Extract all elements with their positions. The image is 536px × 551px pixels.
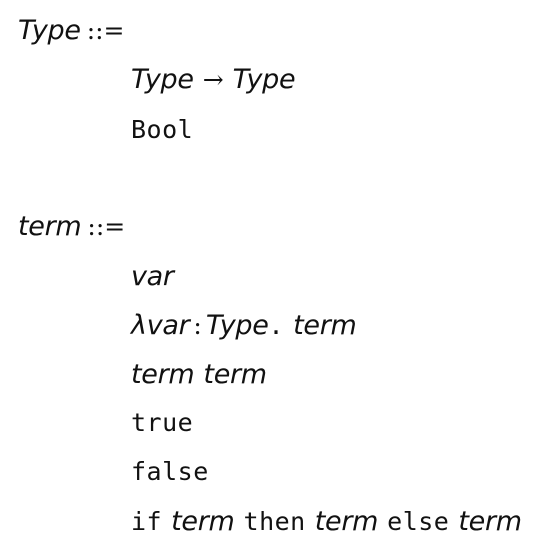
- true-keyword: true: [131, 408, 194, 437]
- term-rule-header: term::=: [18, 213, 125, 240]
- false-keyword: false: [131, 457, 209, 486]
- true-production: true: [131, 410, 193, 435]
- then-keyword: then: [243, 507, 306, 536]
- else-keyword: else: [387, 507, 450, 536]
- term-nonterminal: term: [18, 211, 82, 242]
- app-function-term: term: [131, 359, 195, 390]
- if-keyword: if: [131, 507, 163, 536]
- var-production: var: [131, 263, 174, 290]
- dot-symbol: .: [268, 311, 285, 340]
- else-branch-term: term: [458, 506, 522, 537]
- if-condition-term: term: [171, 506, 235, 537]
- lambda-body: term: [293, 310, 357, 341]
- lambda-var: var: [146, 310, 190, 341]
- type-nonterminal: Type: [18, 15, 81, 46]
- bool-keyword: Bool: [131, 115, 194, 144]
- application-production: term term: [131, 361, 267, 388]
- then-branch-term: term: [314, 506, 379, 537]
- lambda-production: λvar: Type. term: [131, 312, 357, 339]
- type-rule-header: Type::=: [18, 17, 124, 44]
- arrow-right-type: Type: [232, 64, 296, 95]
- arrow-left-type: Type: [131, 64, 194, 95]
- colon-symbol: :: [193, 311, 202, 340]
- type-arrow-production: Type → Type: [131, 64, 296, 95]
- definition-symbol: ::=: [86, 16, 125, 45]
- var-nonterminal: var: [131, 261, 174, 292]
- bool-production: Bool: [131, 117, 193, 142]
- false-production: false: [131, 459, 209, 484]
- app-argument-term: term: [203, 359, 267, 390]
- arrow-symbol: →: [202, 65, 224, 94]
- lambda-type: Type: [205, 310, 269, 341]
- if-production: if term then term else term: [131, 508, 522, 535]
- definition-symbol: ::=: [87, 212, 126, 241]
- lambda-symbol: λ: [131, 310, 147, 341]
